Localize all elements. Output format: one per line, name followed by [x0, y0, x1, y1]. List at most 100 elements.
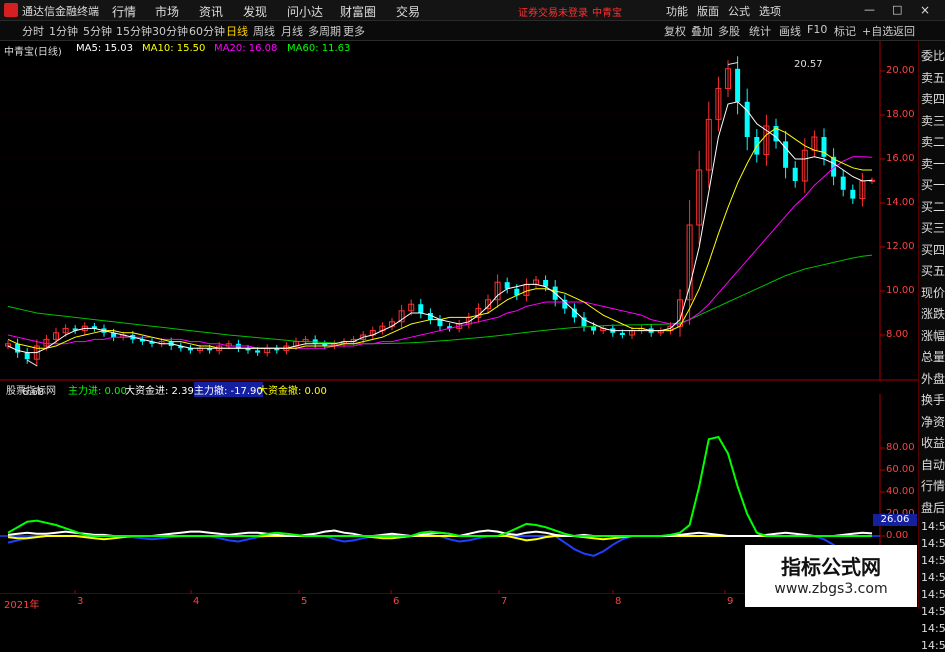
x-axis-label: 5 — [301, 596, 308, 607]
side-item[interactable]: 现价 — [921, 284, 945, 301]
period-timeshare[interactable]: 分时 — [22, 23, 44, 39]
side-item[interactable]: 净资 — [921, 413, 945, 430]
side-item[interactable]: 盘后 — [921, 499, 945, 516]
indicator-tick-label: 0.00 — [886, 530, 909, 541]
side-item[interactable]: 委比 — [921, 47, 945, 64]
minimize-icon[interactable]: — — [864, 3, 875, 16]
side-item[interactable]: 涨幅 — [921, 327, 945, 344]
side-time: 14:56 — [921, 537, 945, 550]
period-toolbar: 分时 1分钟 5分钟 15分钟 30分钟 60分钟 日线 周线 月线 多周期 更… — [0, 21, 945, 41]
overlay-button[interactable]: 叠加 — [691, 23, 713, 39]
app-logo-icon — [4, 3, 18, 17]
side-item[interactable]: 买二 — [921, 198, 945, 215]
side-item[interactable]: 换手 — [921, 391, 945, 408]
x-axis-label: 9 — [727, 596, 734, 607]
side-item[interactable]: 行情 — [921, 477, 945, 494]
candle-body — [504, 282, 510, 289]
candle-body — [850, 189, 856, 199]
x-axis-label: 3 — [77, 596, 84, 607]
side-item[interactable]: 买一 — [921, 176, 945, 193]
side-item[interactable]: 收益 — [921, 434, 945, 451]
period-monthly[interactable]: 月线 — [281, 23, 303, 39]
candle-body — [744, 101, 750, 137]
menu-trade[interactable]: 交易 — [396, 3, 420, 20]
price-tick-label: 8.00 — [886, 329, 909, 340]
side-item[interactable]: 买三 — [921, 219, 945, 236]
period-multi[interactable]: 多周期 — [308, 23, 341, 39]
menu-market[interactable]: 市场 — [155, 3, 179, 20]
period-1min[interactable]: 1分钟 — [49, 23, 78, 39]
side-item[interactable]: 卖一 — [921, 155, 945, 172]
price-tick-label: 12.00 — [886, 241, 915, 252]
draw-line-button[interactable]: 画线 — [779, 23, 801, 39]
menu-formula[interactable]: 公式 — [728, 3, 750, 19]
login-warning[interactable]: 证券交易未登录 — [518, 4, 588, 19]
side-item[interactable]: 自动 — [921, 456, 945, 473]
side-item[interactable]: 卖三 — [921, 112, 945, 129]
period-daily[interactable]: 日线 — [226, 23, 248, 39]
side-time: 14:56 — [921, 639, 945, 652]
side-item[interactable]: 卖五 — [921, 69, 945, 86]
candle-body — [418, 304, 424, 313]
x-axis-label: 7 — [501, 596, 508, 607]
period-weekly[interactable]: 周线 — [253, 23, 275, 39]
menu-news[interactable]: 资讯 — [199, 3, 223, 20]
side-item[interactable]: 买五 — [921, 262, 945, 279]
price-tick-label: 20.00 — [886, 65, 915, 76]
watermark-url: www.zbgs3.com — [774, 581, 888, 597]
menu-layout[interactable]: 版面 — [697, 3, 719, 19]
side-time: 14:56 — [921, 520, 945, 533]
statistics-button[interactable]: 统计 — [749, 23, 771, 39]
indicator-tick-label: 40.00 — [886, 486, 915, 497]
indicator-tick-label: 80.00 — [886, 442, 915, 453]
side-item[interactable]: 卖四 — [921, 90, 945, 107]
menu-quotes[interactable]: 行情 — [112, 3, 136, 20]
multi-stock-button[interactable]: 多股 — [718, 23, 740, 39]
side-panel: 委比卖五卖四卖三卖二卖一买一买二买三买四买五现价涨跌涨幅总量外盘换手净资收益自动… — [918, 41, 945, 652]
maximize-icon[interactable]: □ — [892, 3, 902, 16]
period-more[interactable]: 更多 — [343, 23, 365, 39]
app-name: 通达信金融终端 — [22, 5, 99, 18]
menu-options[interactable]: 选项 — [759, 3, 781, 19]
high-marker — [727, 61, 739, 65]
candle-body — [792, 167, 798, 181]
back-button[interactable]: 返回 — [893, 23, 915, 39]
menu-function[interactable]: 功能 — [666, 3, 688, 19]
candle-body — [735, 68, 741, 102]
title-bar: 通达信金融终端 行情 市场 资讯 发现 问小达 财富圈 交易 证券交易未登录 中… — [0, 0, 945, 21]
watermark: 指标公式网 www.zbgs3.com — [745, 545, 917, 607]
series-2-line — [7, 535, 873, 557]
side-time: 14:56 — [921, 605, 945, 618]
close-icon[interactable]: × — [920, 3, 930, 17]
menu-ask[interactable]: 问小达 — [287, 3, 323, 20]
side-item[interactable]: 卖二 — [921, 133, 945, 150]
side-item[interactable]: 外盘 — [921, 370, 945, 387]
add-watchlist-button[interactable]: +自选 — [862, 23, 893, 39]
mark-button[interactable]: 标记 — [834, 23, 856, 39]
period-30min[interactable]: 30分钟 — [152, 23, 188, 39]
side-item[interactable]: 涨跌 — [921, 305, 945, 322]
period-60min[interactable]: 60分钟 — [189, 23, 225, 39]
candlestick-chart[interactable] — [0, 41, 918, 381]
menu-discover[interactable]: 发现 — [243, 3, 267, 20]
side-time: 14:56 — [921, 571, 945, 584]
f10-button[interactable]: F10 — [807, 23, 827, 36]
high-price-label: 20.57 — [794, 59, 823, 70]
side-item[interactable]: 买四 — [921, 241, 945, 258]
candle-body — [591, 326, 597, 331]
side-time: 14:56 — [921, 554, 945, 567]
candle-body — [840, 176, 846, 190]
side-item[interactable]: 总量 — [921, 348, 945, 365]
period-5min[interactable]: 5分钟 — [83, 23, 112, 39]
x-axis-label: 4 — [193, 596, 200, 607]
low-marker — [26, 359, 38, 367]
candle-body — [24, 352, 30, 360]
price-tick-label: 14.00 — [886, 197, 915, 208]
candle-body — [543, 280, 549, 287]
adjust-button[interactable]: 复权 — [664, 23, 686, 39]
side-time: 14:56 — [921, 588, 945, 601]
menu-wealth-circle[interactable]: 财富圈 — [340, 3, 376, 20]
x-axis-label: 6 — [393, 596, 400, 607]
side-time: 14:56 — [921, 622, 945, 635]
period-15min[interactable]: 15分钟 — [116, 23, 152, 39]
